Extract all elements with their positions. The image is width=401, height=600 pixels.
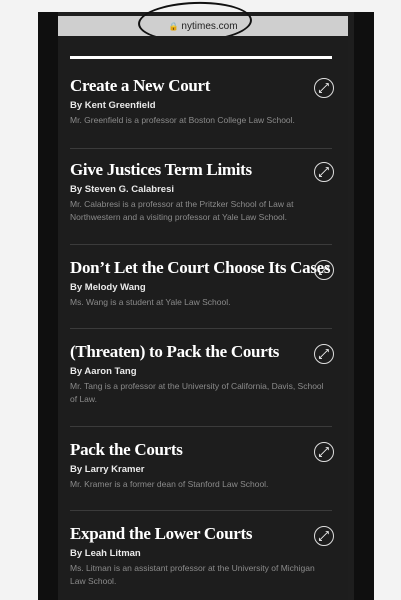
divider bbox=[70, 328, 332, 329]
article-description: Mr. Greenfield is a professor at Boston … bbox=[70, 115, 295, 125]
article-title[interactable]: Give Justices Term Limits bbox=[70, 160, 332, 180]
article-author: By Steven G. Calabresi bbox=[70, 184, 175, 195]
article-description: Ms. Litman is an assistant professor at … bbox=[70, 563, 315, 586]
list-item: Don’t Let the Court Choose Its Cases By … bbox=[70, 255, 339, 309]
article-description: Ms. Wang is a student at Yale Law School… bbox=[70, 297, 231, 307]
list-item: Create a New Court By Kent Greenfield Mr… bbox=[70, 73, 339, 127]
article-author: By Melody Wang bbox=[70, 282, 146, 293]
list-item: Give Justices Term Limits By Steven G. C… bbox=[70, 157, 339, 224]
divider bbox=[70, 426, 332, 427]
article-author: By Leah Litman bbox=[70, 548, 141, 559]
list-item: Pack the Courts By Larry Kramer Mr. Kram… bbox=[70, 437, 339, 491]
phone-bezel-left bbox=[38, 12, 58, 600]
article-title[interactable]: (Threaten) to Pack the Courts bbox=[70, 342, 332, 362]
article-title[interactable]: Expand the Lower Courts bbox=[70, 524, 332, 544]
article-author: By Aaron Tang bbox=[70, 366, 137, 377]
article-title[interactable]: Pack the Courts bbox=[70, 440, 332, 460]
divider bbox=[70, 148, 332, 149]
divider bbox=[70, 510, 332, 511]
list-item: (Threaten) to Pack the Courts By Aaron T… bbox=[70, 339, 339, 406]
article-author: By Kent Greenfield bbox=[70, 100, 156, 111]
article-author: By Larry Kramer bbox=[70, 464, 145, 475]
article-list: Create a New Court By Kent Greenfield Mr… bbox=[58, 36, 348, 600]
article-description: Mr. Tang is a professor at the Universit… bbox=[70, 381, 324, 404]
article-title[interactable]: Don’t Let the Court Choose Its Cases bbox=[70, 258, 332, 278]
list-item: Expand the Lower Courts By Leah Litman M… bbox=[70, 521, 339, 588]
divider bbox=[70, 244, 332, 245]
article-description: Mr. Kramer is a former dean of Stanford … bbox=[70, 479, 269, 489]
article-description: Mr. Calabresi is a professor at the Prit… bbox=[70, 199, 294, 222]
top-rule bbox=[70, 56, 332, 59]
article-title[interactable]: Create a New Court bbox=[70, 76, 332, 96]
phone-bezel-right bbox=[354, 12, 374, 600]
